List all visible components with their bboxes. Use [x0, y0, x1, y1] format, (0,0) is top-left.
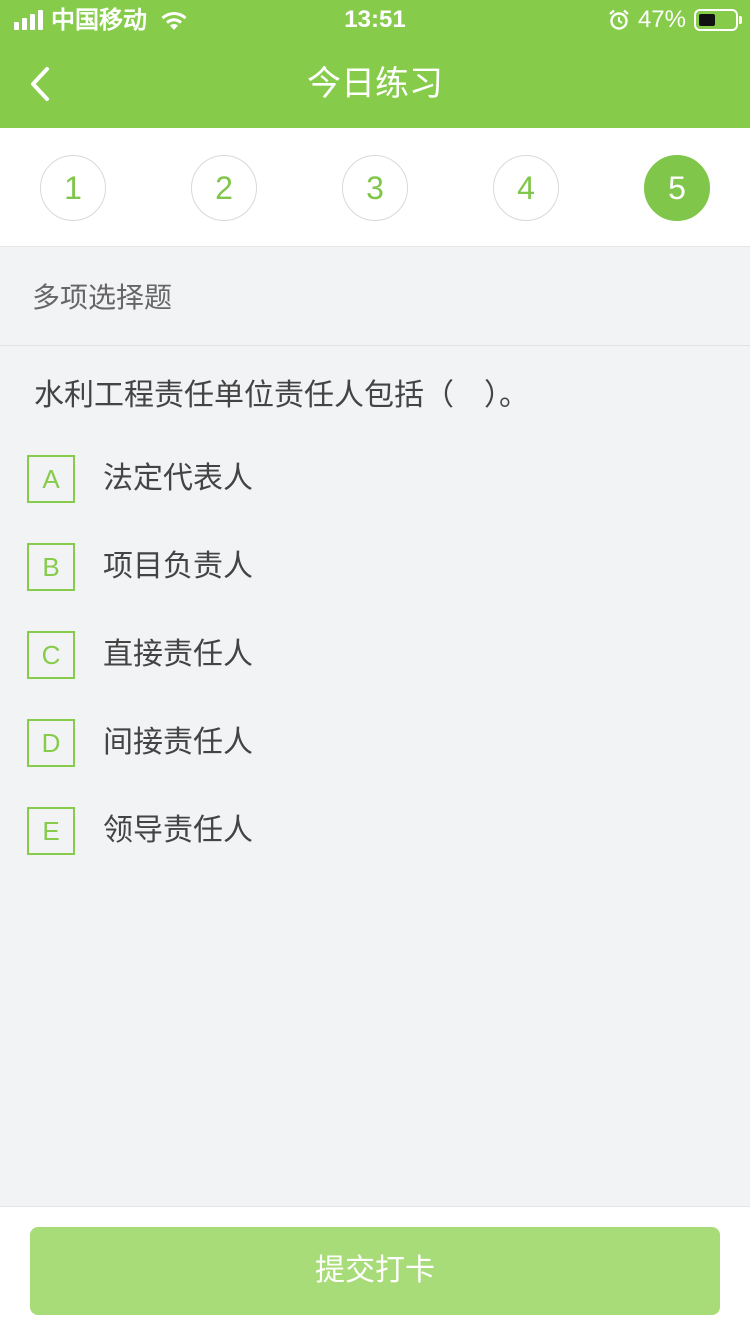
- option-d[interactable]: D 间接责任人: [27, 719, 717, 767]
- battery-percent: 47%: [637, 6, 686, 33]
- page-title: 今日练习: [307, 64, 443, 104]
- option-label: 间接责任人: [103, 725, 253, 760]
- option-e[interactable]: E 领导责任人: [27, 807, 717, 855]
- bottom-bar: 提交打卡: [0, 1206, 750, 1334]
- battery-level: [699, 14, 715, 26]
- option-label: 项目负责人: [103, 549, 253, 584]
- back-button[interactable]: [20, 60, 60, 108]
- question-number-2[interactable]: 2: [191, 155, 257, 221]
- question-number-1[interactable]: 1: [40, 155, 106, 221]
- battery-icon: [694, 9, 742, 31]
- status-right: 47%: [608, 4, 742, 36]
- option-checkbox[interactable]: C: [27, 631, 75, 679]
- option-label: 直接责任人: [103, 637, 253, 672]
- question-text: 水利工程责任单位责任人包括（ ）。: [34, 378, 529, 413]
- nav-bar: 今日练习: [0, 40, 750, 128]
- chevron-left-icon: [31, 67, 49, 101]
- header: 中国移动 13:51 47% 今日练习: [0, 0, 750, 128]
- status-bar: 中国移动 13:51 47%: [0, 0, 750, 40]
- option-b[interactable]: B 项目负责人: [27, 543, 717, 591]
- option-a[interactable]: A 法定代表人: [27, 455, 717, 503]
- option-checkbox[interactable]: E: [27, 807, 75, 855]
- option-checkbox[interactable]: D: [27, 719, 75, 767]
- option-checkbox[interactable]: B: [27, 543, 75, 591]
- question-number-5[interactable]: 5: [644, 155, 710, 221]
- option-label: 法定代表人: [103, 461, 253, 496]
- option-label: 领导责任人: [103, 813, 253, 848]
- question-number-nav: 1 2 3 4 5: [0, 128, 750, 247]
- question-type: 多项选择题: [32, 281, 173, 314]
- alarm-icon: [609, 9, 629, 30]
- question-type-bar: 多项选择题: [0, 248, 750, 346]
- question-number-4[interactable]: 4: [493, 155, 559, 221]
- option-checkbox[interactable]: A: [27, 455, 75, 503]
- option-c[interactable]: C 直接责任人: [27, 631, 717, 679]
- question-number-3[interactable]: 3: [342, 155, 408, 221]
- practice-page: 中国移动 13:51 47% 今日练习 1 2 3 4 5 多项选择题 水利工程…: [0, 0, 750, 1334]
- submit-checkin-button[interactable]: 提交打卡: [30, 1227, 720, 1315]
